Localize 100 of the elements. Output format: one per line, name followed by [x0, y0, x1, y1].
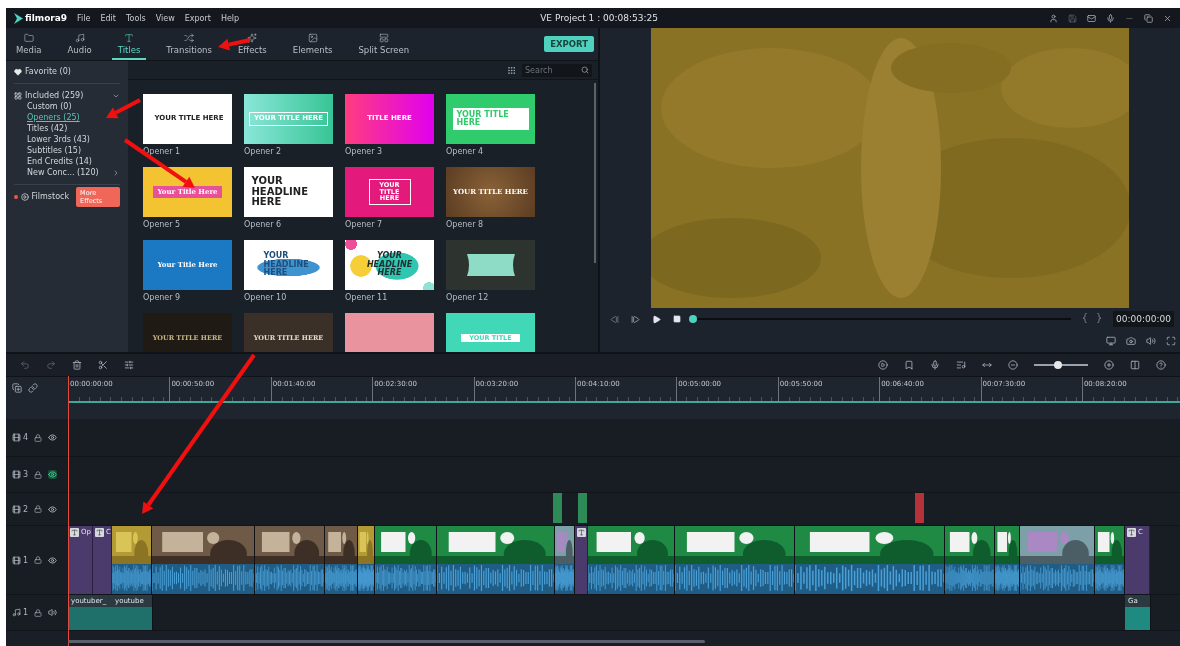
- zoom-out-icon[interactable]: [1008, 360, 1018, 370]
- title-thumbnail[interactable]: [345, 313, 434, 352]
- thumbnail-label: Opener 12: [446, 293, 490, 304]
- video-clip[interactable]: [555, 526, 575, 594]
- category-item[interactable]: Subtitles (15): [27, 145, 120, 156]
- tab[interactable]: Split Screen: [352, 33, 416, 60]
- title-icon: [70, 528, 79, 537]
- help-icon[interactable]: [1156, 360, 1166, 370]
- columns-icon[interactable]: [1130, 360, 1140, 370]
- video-clip[interactable]: [1095, 526, 1125, 594]
- export-button[interactable]: EXPORT: [544, 36, 594, 52]
- marker-icon[interactable]: [904, 360, 914, 370]
- stop-icon[interactable]: [673, 315, 681, 323]
- lock-icon[interactable]: [34, 433, 43, 442]
- microphone-icon[interactable]: [1106, 13, 1115, 23]
- next-frame-icon[interactable]: [631, 314, 640, 324]
- eye-icon[interactable]: [48, 555, 58, 565]
- category-item[interactable]: Openers (25): [27, 112, 120, 123]
- voiceover-icon[interactable]: [956, 360, 966, 370]
- delete-icon[interactable]: [72, 360, 82, 370]
- tab[interactable]: Effects: [231, 33, 273, 60]
- progress-thumb[interactable]: [689, 315, 697, 323]
- adjust-icon[interactable]: [124, 360, 134, 370]
- search-field[interactable]: Search: [522, 63, 592, 77]
- category-item[interactable]: Lower 3rds (43): [27, 134, 120, 145]
- category-item[interactable]: Titles (42): [27, 123, 120, 134]
- tab[interactable]: Media: [10, 33, 48, 60]
- timecode: 00:00:00:00: [1113, 311, 1174, 327]
- tab[interactable]: Transitions: [160, 33, 218, 60]
- tab[interactable]: Audio: [61, 33, 98, 60]
- clip[interactable]: [553, 493, 562, 523]
- filmstock-item[interactable]: Filmstock: [31, 192, 70, 201]
- menu-item[interactable]: Help: [220, 13, 240, 23]
- speaker-icon[interactable]: [48, 608, 58, 617]
- menu-item[interactable]: Tools: [126, 13, 146, 23]
- title-thumbnail[interactable]: YOUR HEADLINE HERE: [244, 240, 333, 290]
- monitor-icon[interactable]: [1106, 336, 1116, 346]
- clip[interactable]: [578, 493, 587, 523]
- thumbnail-label: Opener 1: [143, 147, 182, 158]
- menu-item[interactable]: View: [155, 13, 175, 23]
- menu-item[interactable]: Export: [184, 13, 211, 23]
- mail-icon[interactable]: [1087, 13, 1096, 23]
- play-icon[interactable]: [652, 314, 661, 324]
- category-item[interactable]: Included (259): [25, 91, 109, 100]
- thumbnail-label: Opener 5: [143, 220, 182, 231]
- scrollbar[interactable]: [68, 640, 705, 643]
- link-icon[interactable]: [28, 383, 38, 393]
- eye-icon[interactable]: [48, 470, 58, 479]
- scrollbar[interactable]: [594, 83, 596, 263]
- video-clip[interactable]: [588, 526, 675, 594]
- scissors-icon[interactable]: [98, 360, 108, 370]
- camera-icon[interactable]: [1126, 336, 1136, 346]
- thumbnail-label: Opener 8: [446, 220, 485, 231]
- title-thumbnail[interactable]: [446, 240, 535, 290]
- image-icon: [307, 33, 318, 43]
- user-icon[interactable]: [1049, 13, 1058, 23]
- music-icon: [12, 608, 21, 617]
- clip[interactable]: [915, 493, 924, 523]
- title-clip[interactable]: [575, 526, 588, 594]
- lock-icon[interactable]: [34, 505, 43, 513]
- grid-view-icon[interactable]: [507, 65, 516, 75]
- render-icon[interactable]: [878, 360, 888, 370]
- zoom-in-icon[interactable]: [1104, 360, 1114, 370]
- track-number: 1: [23, 608, 29, 617]
- thumbnail-label: Opener 9: [143, 293, 182, 304]
- fit-icon[interactable]: [982, 360, 992, 370]
- track-number: 3: [23, 470, 29, 479]
- close-icon[interactable]: [1163, 13, 1172, 23]
- category-item[interactable]: Custom (0): [27, 101, 120, 112]
- microphone-icon[interactable]: [930, 360, 940, 370]
- fullscreen-icon[interactable]: [1166, 336, 1176, 346]
- search-icon[interactable]: [581, 65, 589, 74]
- favorite-item[interactable]: Favorite (0): [25, 67, 120, 76]
- video-clip[interactable]: [675, 526, 795, 594]
- chevron-right-icon[interactable]: [112, 168, 120, 177]
- thumbnail-label: Opener 4: [446, 147, 485, 158]
- status-dot: [14, 194, 18, 199]
- window-title: VE Project 1 : 00:08:53:25: [539, 13, 659, 23]
- in-out-icon[interactable]: [1083, 313, 1102, 325]
- eye-icon[interactable]: [48, 504, 58, 514]
- film-icon: [12, 504, 21, 514]
- lock-icon[interactable]: [34, 608, 43, 617]
- thumbnail-label: Opener 11: [345, 293, 389, 304]
- thumbnail-label: Opener 6: [244, 220, 283, 231]
- track-number: 2: [23, 504, 29, 514]
- title-thumbnail[interactable]: YOUR HEADLINE HERE: [244, 167, 333, 217]
- zoom-thumb[interactable]: [1054, 361, 1063, 369]
- add-track-icon[interactable]: [12, 383, 22, 393]
- previous-frame-icon[interactable]: [610, 314, 619, 324]
- lock-icon[interactable]: [34, 556, 43, 564]
- menu-item[interactable]: File: [77, 13, 91, 23]
- menu-item[interactable]: Edit: [100, 13, 116, 23]
- category-item[interactable]: New Conc... (120): [27, 167, 109, 178]
- eye-icon[interactable]: [48, 433, 58, 442]
- volume-icon[interactable]: [1146, 336, 1156, 346]
- restore-icon[interactable]: [1144, 13, 1153, 23]
- music-note-icon: [74, 33, 85, 43]
- lock-icon[interactable]: [34, 470, 43, 479]
- category-item[interactable]: End Credits (14): [27, 156, 120, 167]
- tab[interactable]: Elements: [286, 33, 339, 60]
